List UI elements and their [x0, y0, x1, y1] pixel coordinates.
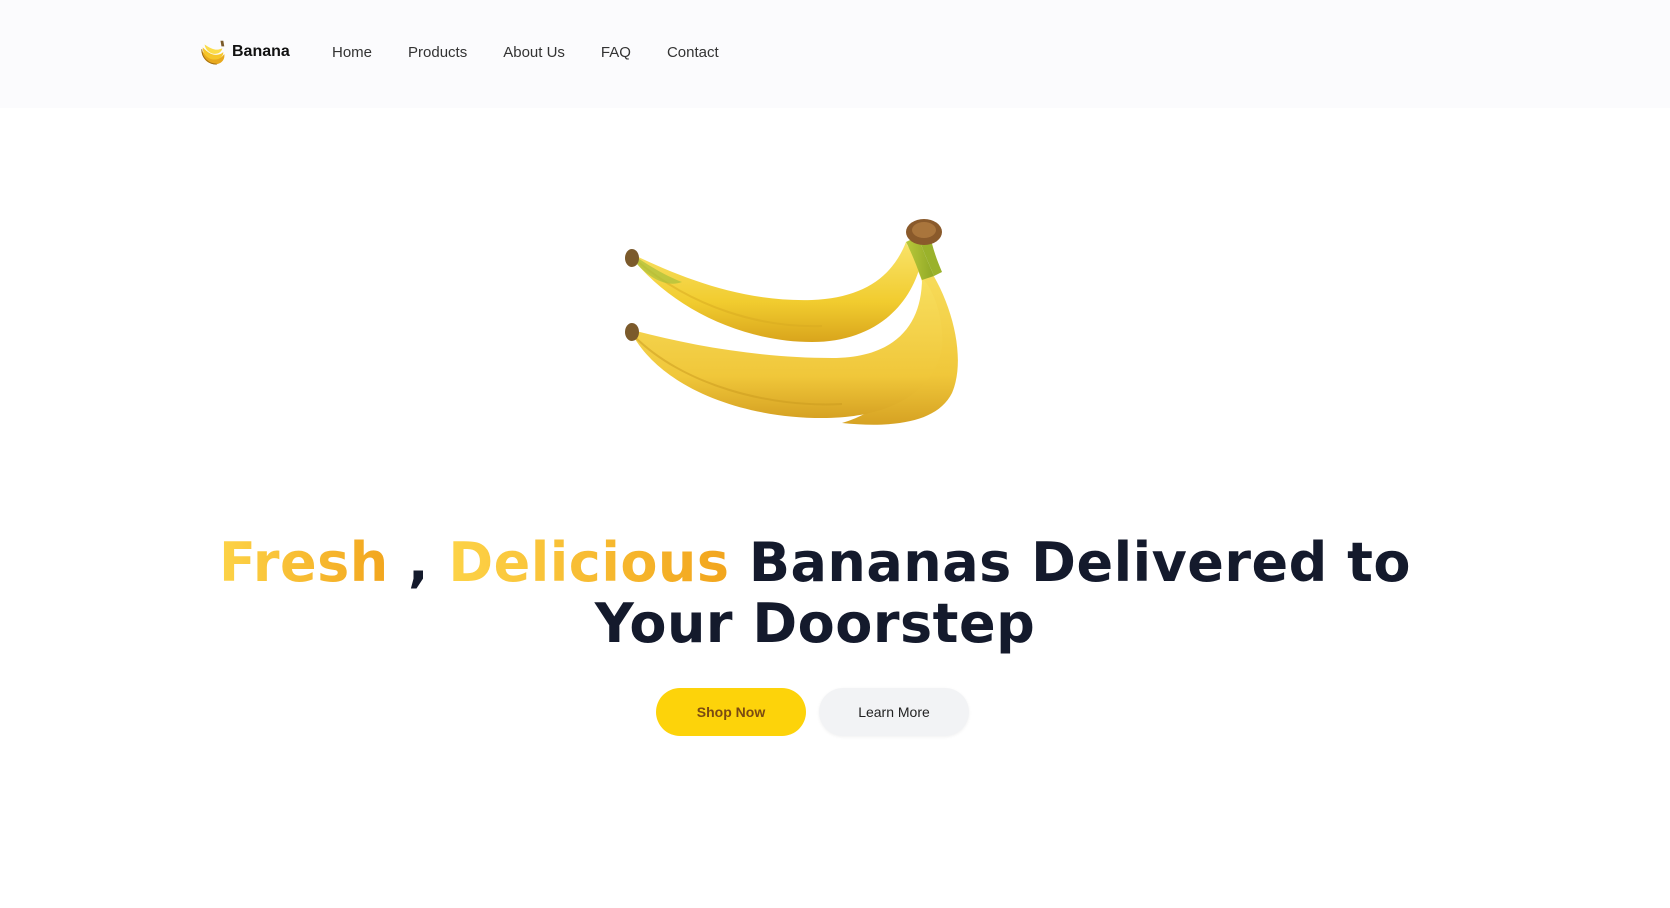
- nav-link-contact[interactable]: Contact: [667, 44, 719, 61]
- banana-icon: [201, 40, 225, 65]
- nav-link-home[interactable]: Home: [332, 44, 372, 61]
- brand-logo-link[interactable]: Banana: [198, 36, 290, 68]
- navbar: Banana Home Products About Us FAQ Contac…: [0, 0, 1670, 108]
- shop-now-button[interactable]: Shop Now: [656, 688, 806, 736]
- nav-link-faq[interactable]: FAQ: [601, 44, 631, 61]
- main-nav: Home Products About Us FAQ Contact: [332, 40, 719, 64]
- nav-link-about-us[interactable]: About Us: [503, 44, 565, 61]
- nav-link-products[interactable]: Products: [408, 44, 467, 61]
- brand-name: Banana: [232, 43, 290, 60]
- hero-headline: Fresh , Delicious Bananas Delivered to Y…: [150, 532, 1480, 654]
- headline-highlight-delicious: Delicious: [448, 531, 730, 594]
- learn-more-button[interactable]: Learn More: [819, 688, 969, 736]
- banana-bunch-image: [625, 219, 958, 425]
- headline-separator: ,: [388, 531, 449, 594]
- hero-actions: Shop Now Learn More: [656, 688, 969, 736]
- headline-highlight-fresh: Fresh: [218, 531, 389, 594]
